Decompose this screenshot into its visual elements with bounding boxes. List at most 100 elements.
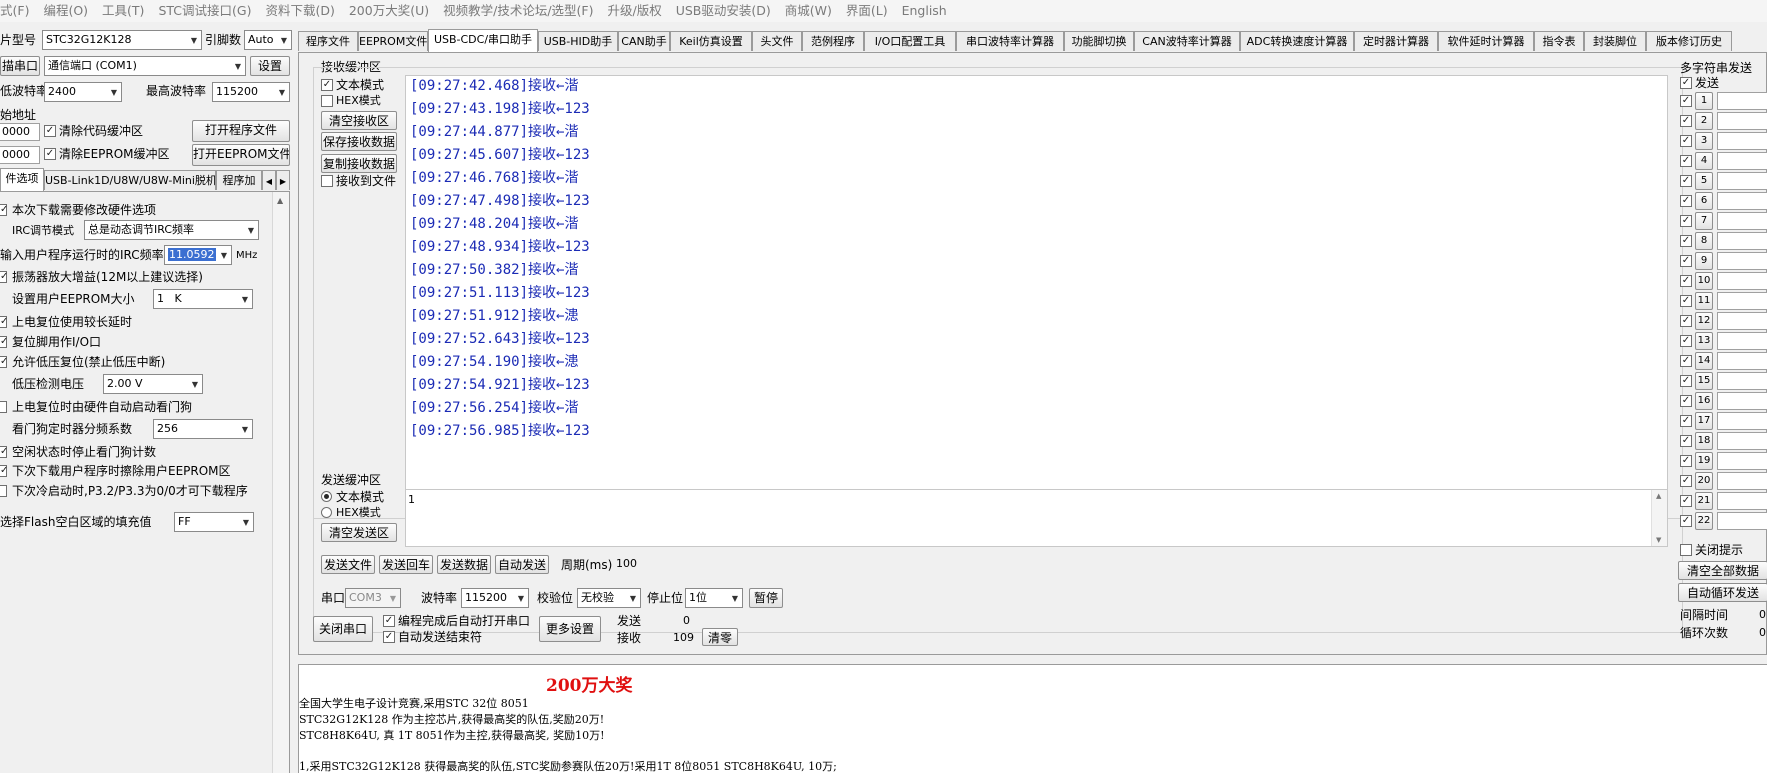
tab-hardware-options[interactable]: 件选项 [0, 168, 44, 191]
port-settings-button[interactable]: 设置 [250, 56, 290, 76]
multi-row-send-button[interactable]: 21 [1695, 492, 1713, 510]
multi-row-checkbox[interactable]: ✓ [1680, 95, 1692, 107]
serial-port-select[interactable]: COM3 ▼ [345, 588, 401, 608]
multi-row-send-button[interactable]: 22 [1695, 512, 1713, 530]
multi-send-all-checkbox[interactable]: ✓ [1680, 77, 1692, 89]
multi-row-checkbox[interactable]: ✓ [1680, 355, 1692, 367]
multi-row-input[interactable] [1717, 332, 1767, 350]
multi-row-send-button[interactable]: 7 [1695, 212, 1713, 230]
multi-row-input[interactable] [1717, 412, 1767, 430]
recv-to-file-checkbox[interactable] [321, 175, 333, 187]
multi-row-input[interactable] [1717, 472, 1767, 490]
multi-row-send-button[interactable]: 2 [1695, 112, 1713, 130]
multi-row-input[interactable] [1717, 132, 1767, 150]
tab-instruction-table[interactable]: 指令表 [1534, 31, 1584, 51]
tab-eeprom-file[interactable]: EEPROM文件 [358, 31, 428, 51]
auto-open-checkbox[interactable]: ✓ [383, 615, 395, 627]
flash-fill-select[interactable]: FF ▼ [174, 512, 254, 532]
interval-value[interactable]: 0 [1759, 606, 1766, 624]
tab-uart-baud-calc[interactable]: 串口波特率计算器 [956, 31, 1064, 51]
open-program-button[interactable]: 打开程序文件 [192, 120, 290, 142]
multi-row-send-button[interactable]: 9 [1695, 252, 1713, 270]
tab-header-file[interactable]: 头文件 [752, 31, 802, 51]
tab-io-config[interactable]: I/O口配置工具 [864, 31, 956, 51]
close-port-button[interactable]: 关闭串口 [313, 616, 373, 642]
send-scrollbar[interactable]: ▲ ▼ [1651, 490, 1667, 546]
idle-wdt-checkbox[interactable]: ✓ [0, 446, 8, 458]
period-input[interactable]: 100 [614, 556, 656, 574]
close-hint-checkbox[interactable] [1680, 544, 1692, 556]
multi-row-checkbox[interactable]: ✓ [1680, 295, 1692, 307]
copy-recv-button[interactable]: 复制接收数据 [321, 154, 397, 173]
multi-row-send-button[interactable]: 17 [1695, 412, 1713, 430]
menu-program[interactable]: 编程(O) [36, 0, 95, 20]
auto-end-checkbox[interactable]: ✓ [383, 631, 395, 643]
more-settings-button[interactable]: 更多设置 [539, 616, 601, 642]
multi-row-input[interactable] [1717, 292, 1767, 310]
auto-loop-send-button[interactable]: 自动循环发送 [1678, 583, 1767, 602]
multi-row-send-button[interactable]: 13 [1695, 332, 1713, 350]
reset-io-checkbox[interactable]: ✓ [0, 336, 8, 348]
send-text-mode-radio[interactable] [321, 491, 332, 502]
menu-award[interactable]: 200万大奖(U) [342, 0, 436, 20]
tab-usb-link[interactable]: USB-Link1D/U8W/U8W-Mini脱机 [44, 170, 216, 190]
tab-program-add[interactable]: 程序加 [216, 170, 262, 190]
clear-all-data-button[interactable]: 清空全部数据 [1678, 561, 1767, 580]
multi-row-send-button[interactable]: 8 [1695, 232, 1713, 250]
multi-row-send-button[interactable]: 1 [1695, 92, 1713, 110]
multi-row-checkbox[interactable]: ✓ [1680, 515, 1692, 527]
parity-select[interactable]: 无校验 ▼ [577, 588, 641, 608]
multi-row-send-button[interactable]: 19 [1695, 452, 1713, 470]
multi-row-checkbox[interactable]: ✓ [1680, 155, 1692, 167]
send-data-button[interactable]: 发送数据 [437, 555, 491, 574]
clear-recv-button[interactable]: 清空接收区 [321, 111, 397, 130]
open-eeprom-button[interactable]: 打开EEPROM文件 [192, 144, 290, 166]
code-addr-input[interactable]: 0000 [0, 123, 40, 141]
port-select[interactable]: 通信端口 (COM1) ▼ [44, 56, 246, 76]
menu-tools[interactable]: 工具(T) [95, 0, 151, 20]
irc-freq-input[interactable]: 11.0592 ▼ [164, 245, 232, 265]
eeprom-addr-input[interactable]: 0000 [0, 146, 40, 164]
multi-row-send-button[interactable]: 14 [1695, 352, 1713, 370]
multi-row-input[interactable] [1717, 452, 1767, 470]
long-delay-checkbox[interactable]: ✓ [0, 316, 8, 328]
multi-row-checkbox[interactable]: ✓ [1680, 315, 1692, 327]
osc-gain-checkbox[interactable]: ✓ [0, 271, 8, 283]
multi-row-checkbox[interactable]: ✓ [1680, 415, 1692, 427]
tab-package-pins[interactable]: 封装脚位 [1584, 31, 1646, 51]
multi-row-checkbox[interactable]: ✓ [1680, 135, 1692, 147]
multi-row-send-button[interactable]: 11 [1695, 292, 1713, 310]
multi-row-send-button[interactable]: 20 [1695, 472, 1713, 490]
pins-select[interactable]: Auto ▼ [244, 30, 292, 50]
multi-row-input[interactable] [1717, 272, 1767, 290]
multi-row-input[interactable] [1717, 312, 1767, 330]
multi-row-input[interactable] [1717, 192, 1767, 210]
multi-row-checkbox[interactable]: ✓ [1680, 275, 1692, 287]
tab-timer-calc[interactable]: 定时器计算器 [1354, 31, 1438, 51]
menu-debug[interactable]: STC调试接口(G) [151, 0, 258, 20]
tab-usb-cdc[interactable]: USB-CDC/串口助手 [428, 29, 538, 52]
menu-interface[interactable]: 界面(L) [839, 0, 895, 20]
multi-row-send-button[interactable]: 6 [1695, 192, 1713, 210]
min-baud-select[interactable]: 2400 ▼ [44, 82, 122, 102]
cold-boot-checkbox[interactable] [0, 485, 7, 497]
irc-mode-select[interactable]: 总是动态调节IRC频率 ▼ [84, 220, 259, 240]
multi-row-input[interactable] [1717, 492, 1767, 510]
max-baud-select[interactable]: 115200 ▼ [212, 82, 290, 102]
multi-row-send-button[interactable]: 12 [1695, 312, 1713, 330]
multi-row-input[interactable] [1717, 92, 1767, 110]
auto-send-button[interactable]: 自动发送 [495, 555, 549, 574]
multi-row-send-button[interactable]: 5 [1695, 172, 1713, 190]
menu-upgrade[interactable]: 升级/版权 [600, 0, 668, 20]
multi-row-checkbox[interactable]: ✓ [1680, 395, 1692, 407]
clear-eeprom-checkbox[interactable]: ✓ [44, 148, 56, 160]
menu-file[interactable]: 式(F) [0, 0, 36, 20]
multi-row-send-button[interactable]: 10 [1695, 272, 1713, 290]
save-recv-button[interactable]: 保存接收数据 [321, 132, 397, 151]
menu-download[interactable]: 资料下载(D) [258, 0, 341, 20]
wdt-div-select[interactable]: 256 ▼ [153, 419, 253, 439]
multi-row-input[interactable] [1717, 172, 1767, 190]
clear-code-checkbox[interactable]: ✓ [44, 125, 56, 137]
multi-row-checkbox[interactable]: ✓ [1680, 175, 1692, 187]
baud-select[interactable]: 115200 ▼ [461, 588, 529, 608]
